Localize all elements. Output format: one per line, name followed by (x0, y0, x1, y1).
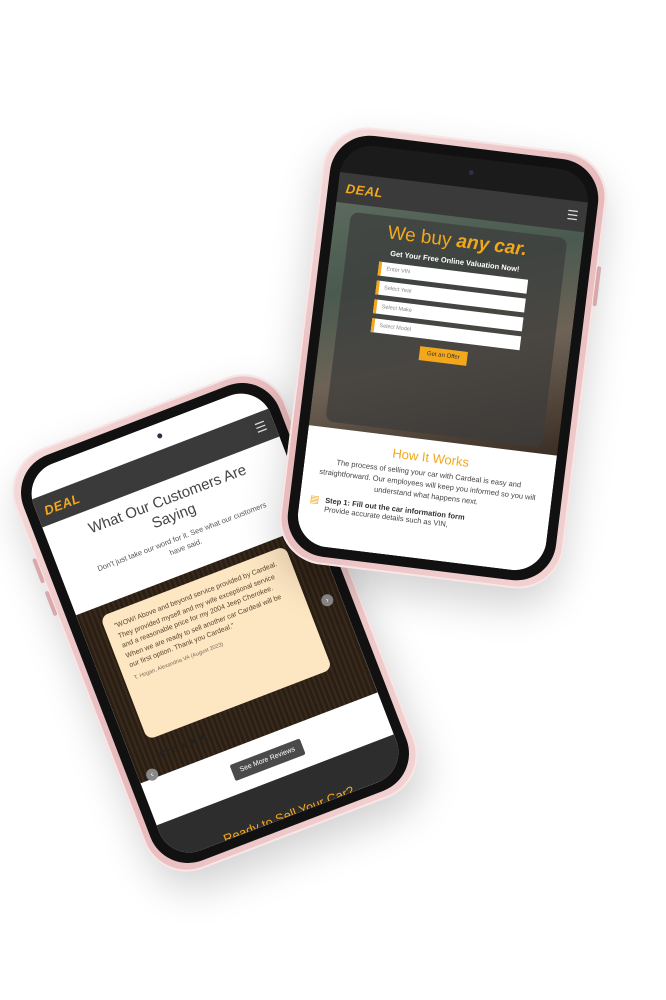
get-an-offer-button[interactable]: Get an Offer (418, 346, 469, 366)
camera-icon (468, 169, 475, 176)
hero-section: We buy any car. Get Your Free Online Val… (308, 201, 585, 456)
power-button (592, 266, 602, 307)
camera-icon (156, 432, 163, 440)
phone-bezel: DEAL ☰ We buy any car. Get Your Free Onl… (283, 131, 603, 585)
form-icon: ▤ (309, 493, 320, 506)
hero-title-emphasis: any car. (455, 230, 529, 261)
review-quote: "WOW! Above and beyond service provided … (113, 561, 283, 670)
next-arrow-icon[interactable]: › (319, 592, 336, 608)
prev-arrow-icon[interactable]: ‹ (144, 766, 160, 783)
review-card: "WOW! Above and beyond service provided … (100, 545, 333, 740)
star-rating: ★★★★★ (155, 730, 211, 761)
volume-down-button (44, 590, 58, 617)
hamburger-menu-icon[interactable]: ☰ (566, 207, 579, 224)
cta-title: Ready to Sell Your Car? (221, 782, 357, 847)
hamburger-menu-icon[interactable]: ☰ (253, 418, 270, 437)
valuation-card: We buy any car. Get Your Free Online Val… (325, 211, 568, 448)
phone-hero: DEAL ☰ We buy any car. Get Your Free Onl… (274, 122, 612, 594)
hero-title-prefix: We buy (386, 222, 453, 252)
hero-screen: DEAL ☰ We buy any car. Get Your Free Onl… (294, 142, 592, 574)
volume-up-button (32, 557, 46, 584)
brand-logo[interactable]: DEAL (345, 180, 384, 199)
